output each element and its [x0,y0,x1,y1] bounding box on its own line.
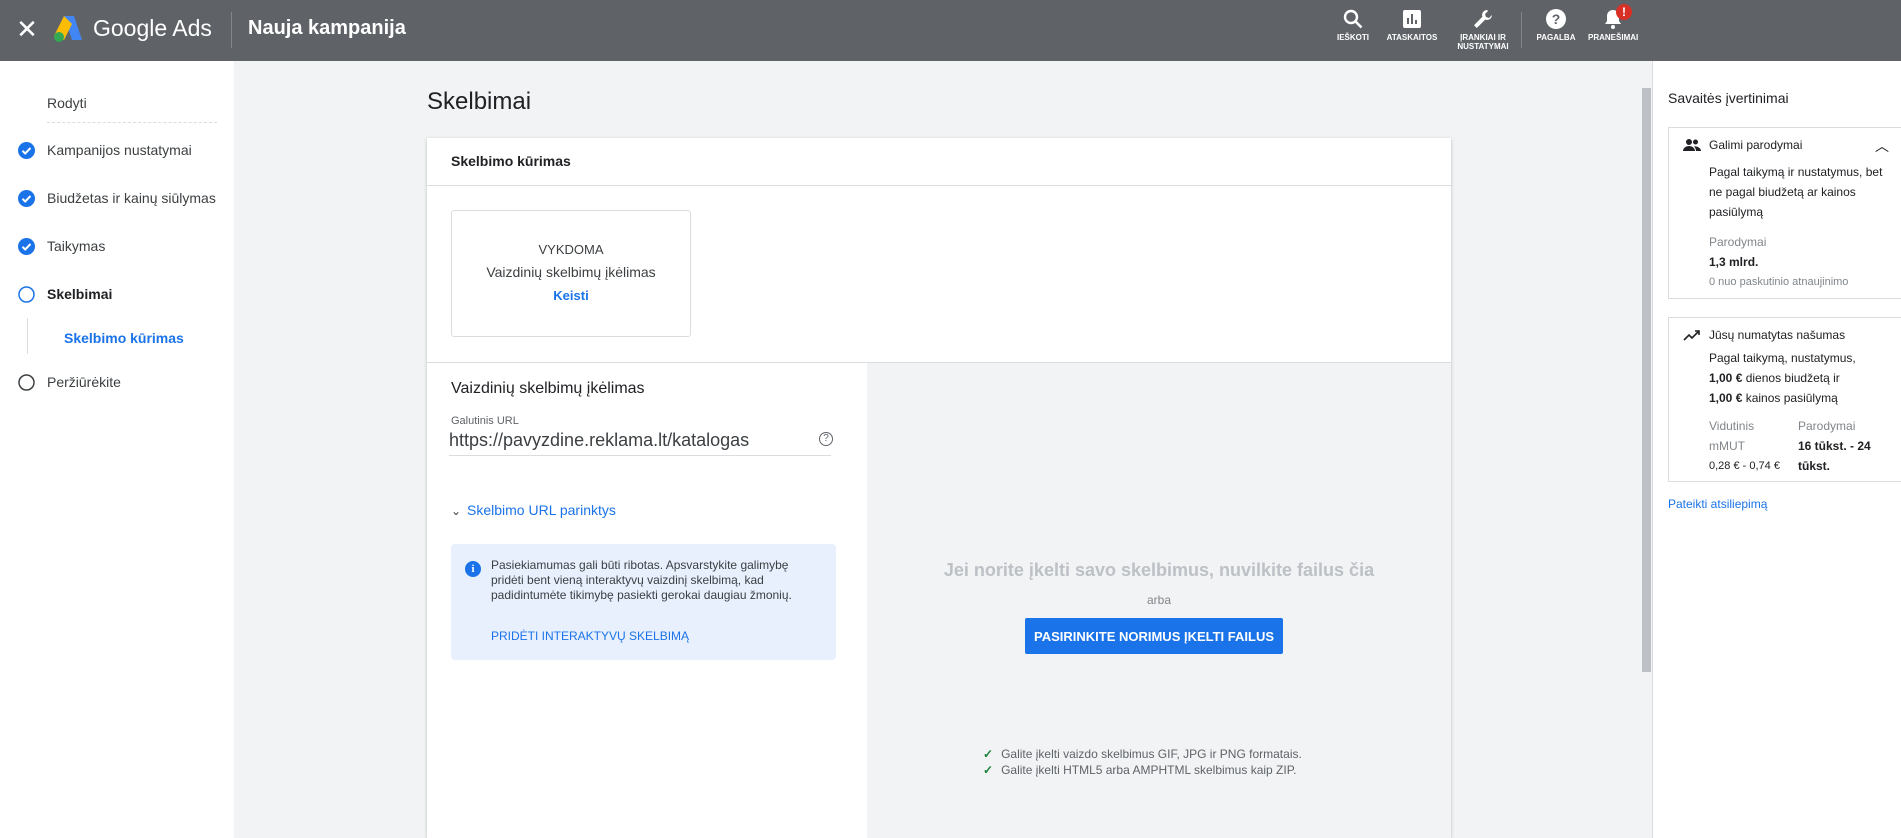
choose-files-button[interactable]: PASIRINKITE NORIMUS ĮKELTI FAILUS [1025,618,1283,654]
help-icon[interactable]: ? [819,432,833,446]
search-button[interactable]: IEŠKOTI [1336,8,1370,42]
final-url-input[interactable] [449,426,831,456]
upload-form-pane: Vaizdinių skelbimų įkėlimas Galutinis UR… [427,363,867,838]
sidebar-item-campaign-settings[interactable]: Kampanijos nustatymai [0,132,234,168]
weekly-estimates-panel: Savaitės įvertinimai Galimi parodymai ︿ … [1652,61,1901,838]
add-interactive-ad-link[interactable]: PRIDĖTI INTERAKTYVŲ SKELBIMĄ [491,629,689,643]
brand-name: Google Ads [93,15,212,41]
panel-title: Savaitės įvertinimai [1668,90,1789,106]
notifications-button[interactable]: ! PRANEŠIMAI [1588,4,1639,42]
sidebar-show-label: Rodyti [47,95,87,111]
ad-mode-box: VYKDOMA Vaizdinių skelbimų įkėlimas Keis… [451,210,691,337]
search-label: IEŠKOTI [1336,33,1369,42]
sidebar-item-label: Biudžetas ir kainų siūlymas [47,190,216,206]
campaign-title: Nauja kampanija [248,17,406,39]
impressions-label: Parodymai [1798,419,1856,433]
impressions-value: 16 tūkst. - 24 tūkst. [1798,439,1871,473]
sidebar-show-toggle[interactable]: Rodyti [0,85,234,121]
notifications-label: PRANEŠIMAI [1588,33,1639,42]
tools-settings-button[interactable]: ĮRANKIAI IR NUSTATYMAI [1453,8,1513,51]
tools-settings-label: ĮRANKIAI IR NUSTATYMAI [1457,33,1509,51]
card-header-title: Skelbimo kūrimas [451,153,571,169]
avg-cpm-value: 0,28 € - 0,74 € [1709,460,1780,472]
card-title: Jūsų numatytas našumas [1709,328,1846,342]
info-text: Pasiekiamumas gali būti ribotas. Apsvars… [491,558,792,602]
check-circle-icon [18,238,35,255]
card-description: Pagal taikymą ir nustatymus, bet ne paga… [1709,165,1883,219]
check-circle-icon [18,142,35,159]
desc-part: kainos pasiūlymą [1742,391,1838,405]
google-ads-logo [54,16,82,42]
sidebar-item-label: Skelbimo kūrimas [64,330,184,346]
predicted-performance-card: Jūsų numatytas našumas Pagal taikymą, nu… [1668,317,1901,482]
card-description: Pagal taikymą, nustatymus, 1,00 € dienos… [1709,348,1899,408]
current-step-circle-icon [18,286,35,303]
metric-delta: 0 nuo paskutinio atnaujinimo [1709,276,1849,288]
mode-name: Vaizdinių skelbimų įkėlimas [486,264,656,280]
sidebar-item-label: Peržiūrėkite [47,374,121,390]
help-icon: ? [1546,9,1566,29]
bid-value: 1,00 € [1709,391,1743,405]
sidebar-item-label: Skelbimai [47,286,113,302]
feedback-link[interactable]: Pateikti atsiliepimą [1668,497,1767,511]
reports-button[interactable]: ATASKAITOS [1383,8,1441,42]
info-icon: i [465,561,481,577]
card-header: Skelbimo kūrimas [427,138,1451,186]
check-circle-icon [18,190,35,207]
help-label: PAGALBA [1536,33,1576,42]
close-icon[interactable]: ✕ [14,16,40,42]
format-note-text: Galite įkelti vaizdo skelbimus GIF, JPG … [1001,747,1302,761]
sidebar-item-label: Kampanijos nustatymai [47,142,192,158]
top-app-bar: ✕ Google Ads Nauja kampanija IEŠKOTI ATA… [0,0,1901,61]
desc-part: dienos biudžetą ir [1742,371,1840,385]
url-options-label: Skelbimo URL parinktys [467,502,616,518]
chevron-up-icon[interactable]: ︿ [1875,136,1889,156]
format-note: ✓ Galite įkelti HTML5 arba AMPHTML skelbi… [983,763,1297,777]
sidebar-item-review[interactable]: Peržiūrėkite [0,364,234,400]
check-icon: ✓ [983,763,994,777]
sidebar-item-label: Taikymas [47,238,106,254]
desc-part: Pagal taikymą, nustatymus, [1709,351,1856,365]
dropzone-or: arba [1146,593,1172,607]
scrollbar-thumb[interactable] [1642,88,1651,672]
budget-value: 1,00 € [1709,371,1743,385]
divider [1521,12,1522,48]
ad-creation-card: Skelbimo kūrimas VYKDOMA Vaizdinių skelb… [427,138,1451,838]
wrench-icon [1474,10,1492,28]
possible-impressions-card: Galimi parodymai ︿ Pagal taikymą ir nust… [1668,127,1901,299]
svg-text:?: ? [1552,11,1561,27]
sidebar-item-targeting[interactable]: Taikymas [0,228,234,264]
divider [47,122,217,123]
sidebar-item-budget-bidding[interactable]: Biudžetas ir kainų siūlymas [0,180,234,216]
chevron-down-icon: ⌄ [451,504,462,518]
change-mode-link[interactable]: Keisti [452,288,690,303]
avg-cpm-label: Vidutinis mMUT [1709,419,1755,453]
people-icon [1683,139,1701,151]
url-options-toggle[interactable]: ⌄ Skelbimo URL parinktys [451,502,616,518]
metric-value: 1,3 mlrd. [1709,255,1759,269]
mode-status: VYKDOMA [538,242,604,257]
file-dropzone[interactable]: Jei norite įkelti savo skelbimus, nuvilk… [867,363,1451,838]
page-title: Skelbimai [427,88,532,115]
format-note: ✓ Galite įkelti vaizdo skelbimus GIF, JPG… [983,747,1302,761]
trending-up-icon [1683,330,1700,341]
metric-label: Parodymai [1709,235,1767,249]
reports-label: ATASKAITOS [1386,33,1438,42]
reports-icon [1403,10,1421,28]
info-banner: i Pasiekiamumas gali būti ribotas. Apsva… [451,544,836,660]
format-note-text: Galite įkelti HTML5 arba AMPHTML skelbim… [1001,763,1297,777]
campaign-steps-sidebar: Rodyti Kampanijos nustatymai Biudžetas i… [0,61,234,838]
dropzone-title: Jei norite įkelti savo skelbimus, nuvilk… [943,560,1375,580]
help-button[interactable]: ? PAGALBA [1535,8,1577,42]
empty-circle-icon [18,374,35,391]
sidebar-subitem-ad-creation[interactable]: Skelbimo kūrimas [0,320,234,356]
divider [231,12,232,48]
search-icon [1343,9,1363,29]
notification-badge: ! [1616,4,1632,20]
check-icon: ✓ [983,747,994,761]
card-title: Galimi parodymai [1709,138,1803,152]
sidebar-item-ads[interactable]: Skelbimai [0,276,234,312]
upload-section-title: Vaizdinių skelbimų įkėlimas [451,380,645,397]
